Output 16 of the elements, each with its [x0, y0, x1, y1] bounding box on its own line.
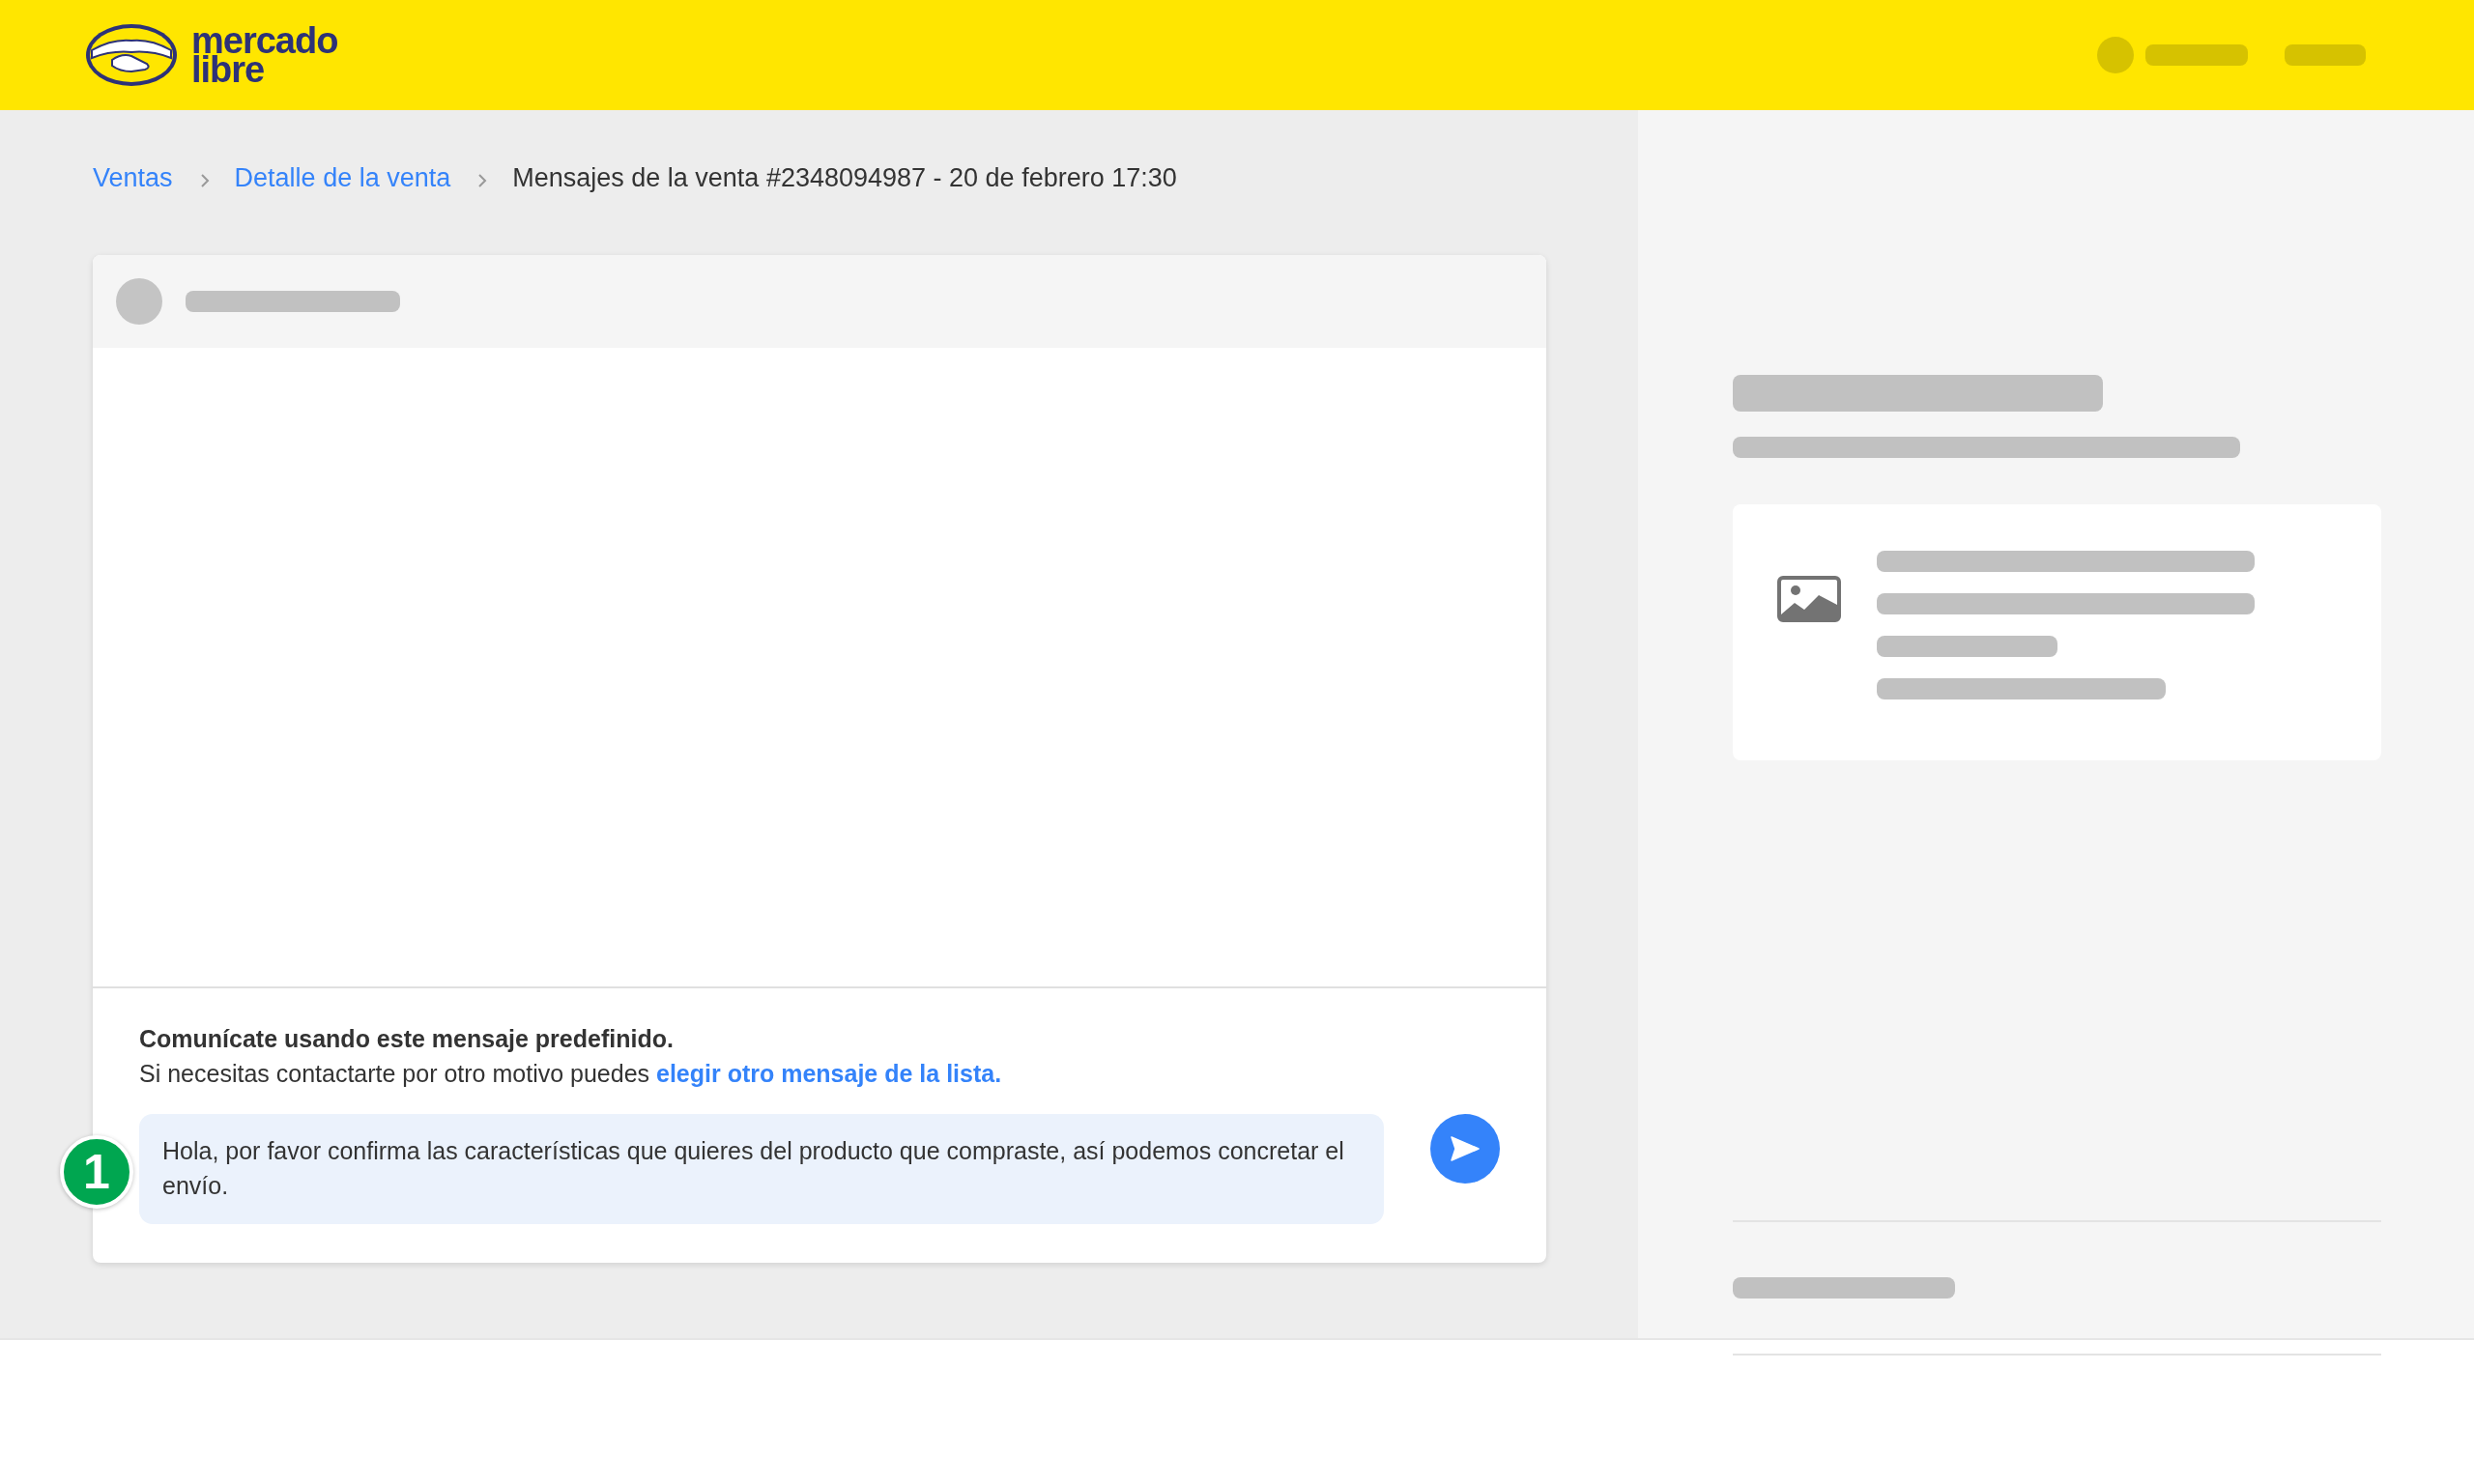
page-title: Mensajes de la venta #2348094987 - 20 de febrero 17:30: [512, 162, 1177, 193]
chevron-right-icon: [199, 173, 210, 188]
avatar-placeholder: [116, 278, 162, 325]
avatar-placeholder: [2097, 37, 2134, 73]
choose-message-link[interactable]: elegir otro mensaje de la lista.: [656, 1060, 1002, 1087]
logo-text: mercado: [191, 26, 338, 55]
composer-hint: Si necesitas contactarte por otro motivo puedes elegir otro mensaje de la lista.: [139, 1059, 1003, 1089]
logo-text: libre: [191, 55, 265, 84]
breadcrumb-link[interactable]: Detalle de la venta: [234, 162, 451, 193]
predefined-message[interactable]: Hola, por favor confirma las características que quieres del producto que compraste, así podemos concretar el envío.: [139, 1114, 1384, 1224]
composer-title: Comunícate usando este mensaje predefinido.: [139, 1024, 675, 1054]
image-icon: [1777, 576, 1841, 622]
logo[interactable]: mercado libre: [83, 21, 338, 89]
send-icon: [1451, 1136, 1480, 1161]
chevron-right-icon: [477, 173, 488, 188]
breadcrumb-link[interactable]: Ventas: [93, 162, 173, 193]
